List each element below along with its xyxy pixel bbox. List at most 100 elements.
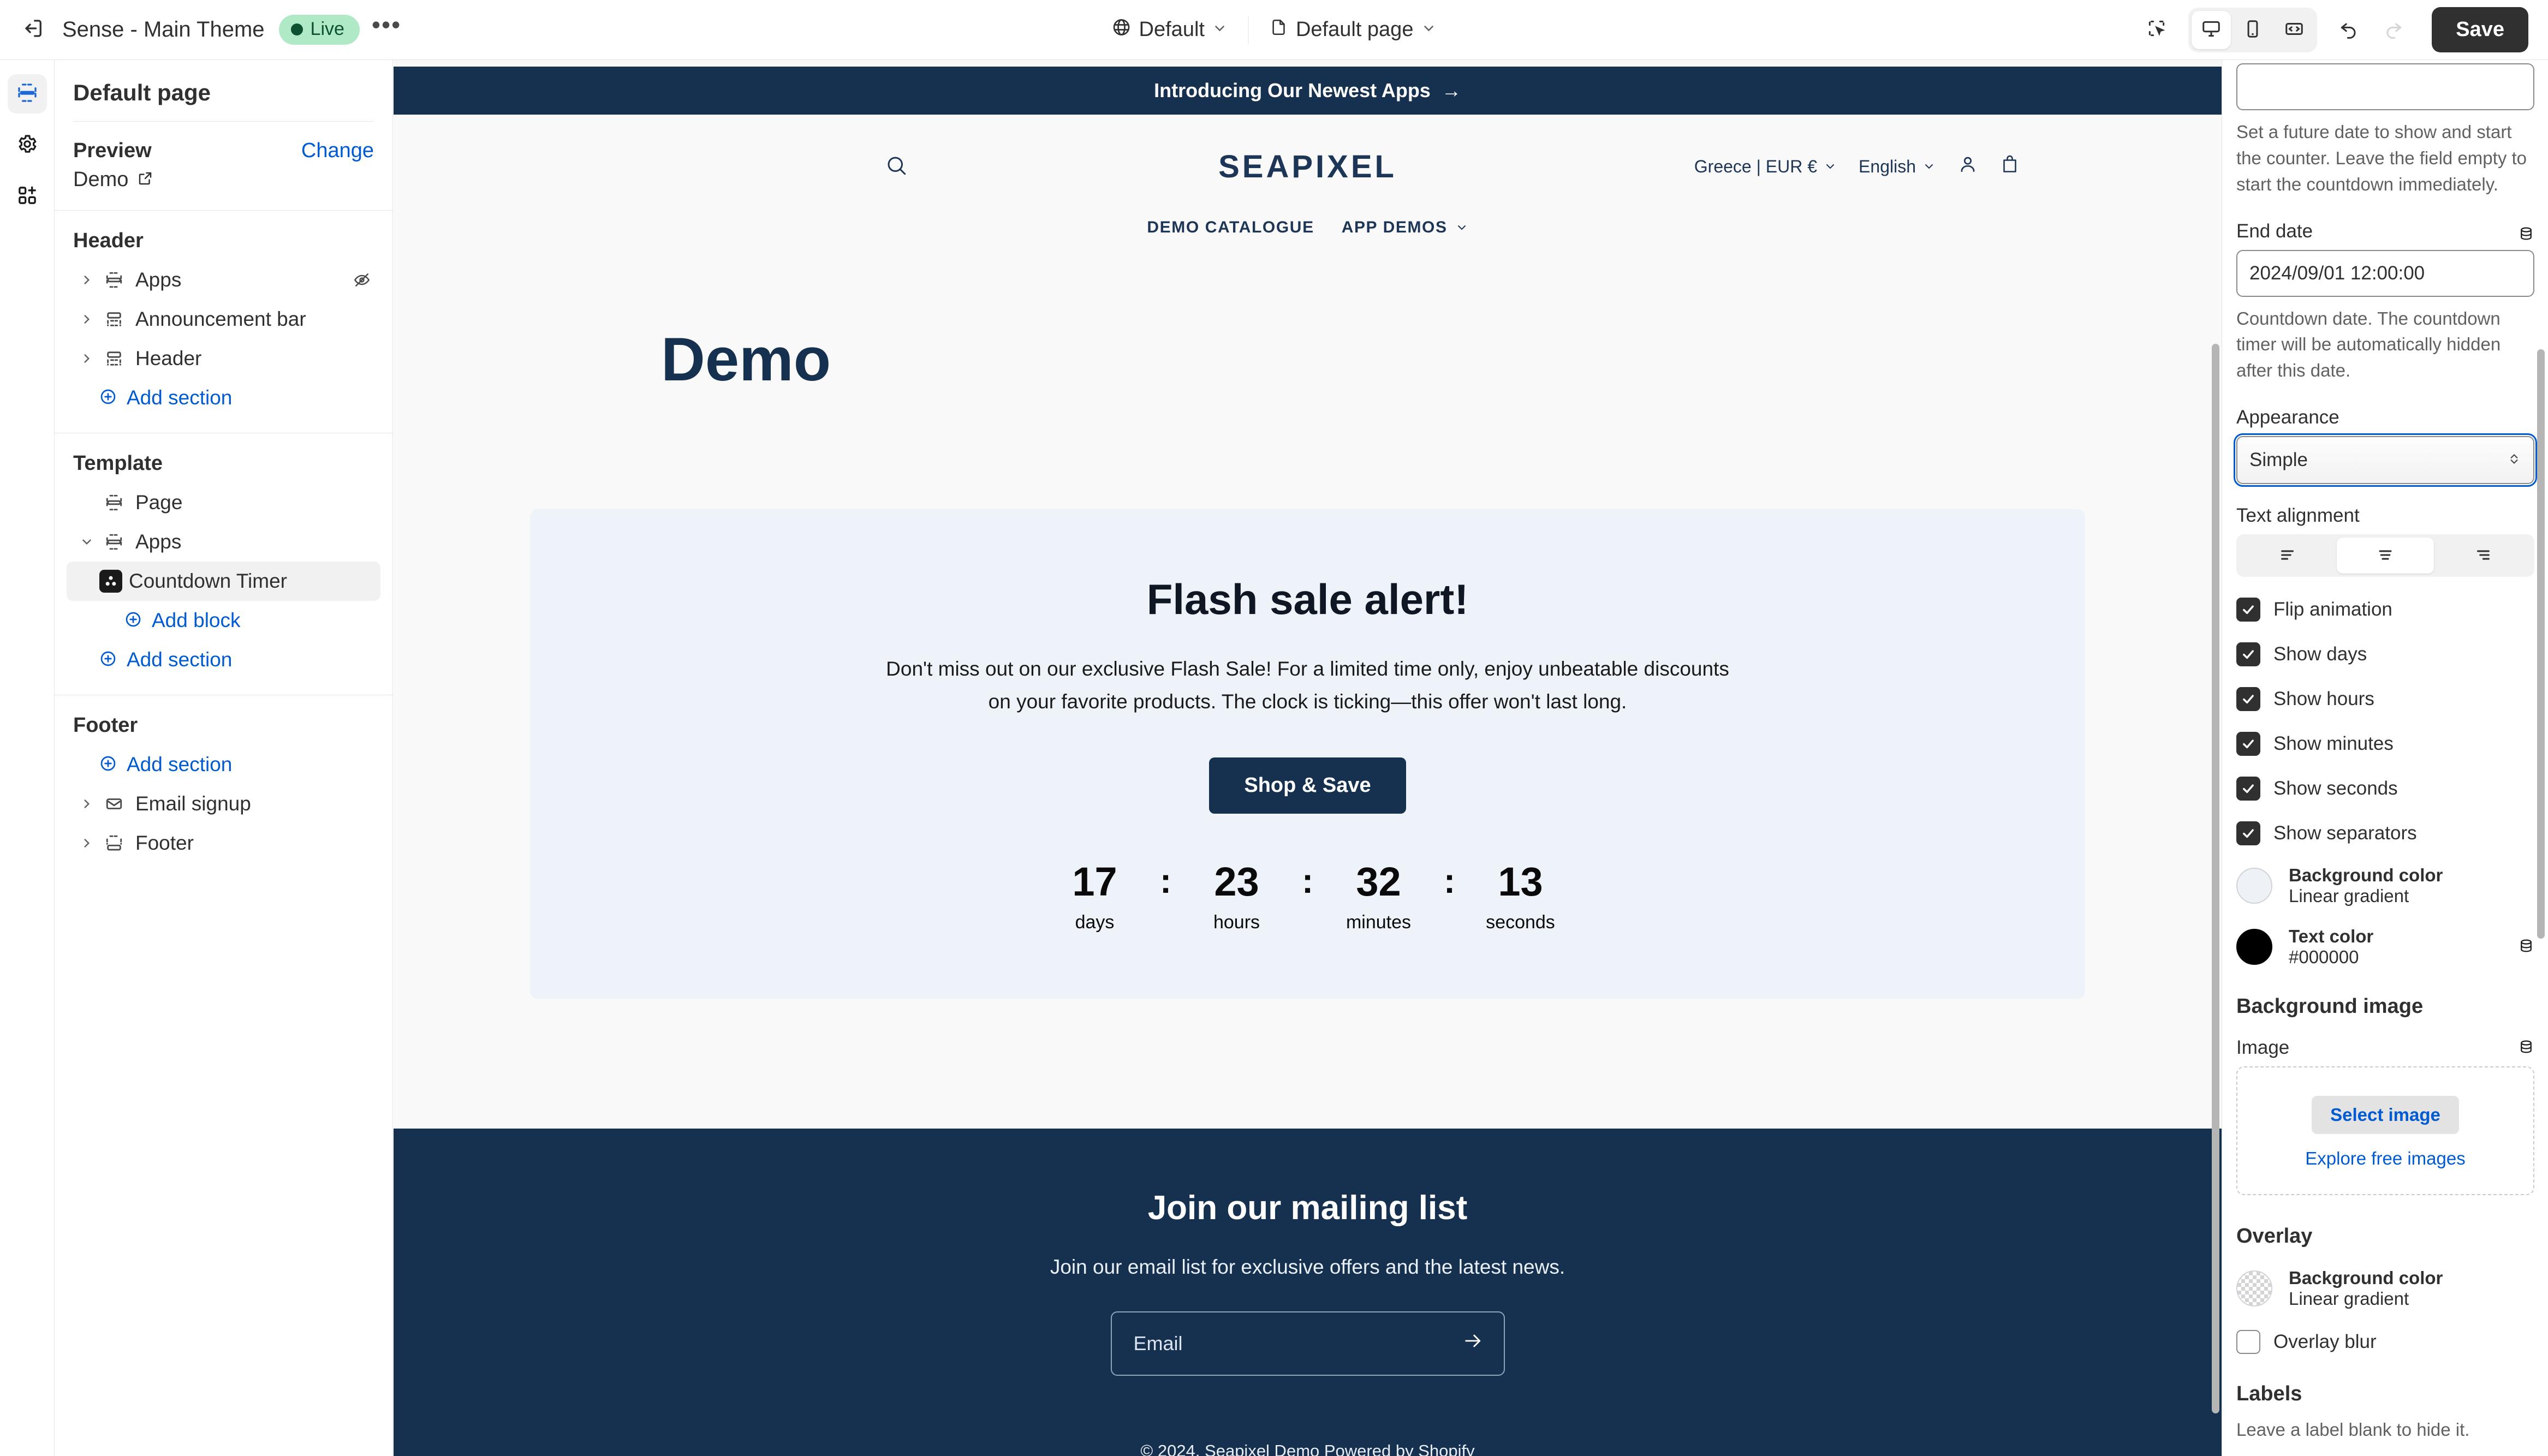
section-icon [99, 533, 129, 551]
checkbox-show-minutes[interactable]: Show minutes [2236, 732, 2534, 756]
end-date-label: End date [2236, 220, 2313, 242]
save-button[interactable]: Save [2432, 7, 2528, 52]
tree-item-header-apps[interactable]: Apps [67, 260, 380, 300]
language-selector[interactable]: English [1859, 157, 1936, 177]
chevron-right-icon[interactable] [74, 797, 99, 811]
arrow-right-icon[interactable] [1462, 1330, 1484, 1357]
image-label: Image [2236, 1037, 2290, 1059]
overlay-heading: Overlay [2236, 1225, 2313, 1248]
add-section-label: Add section [127, 753, 233, 775]
store-logo[interactable]: SEAPIXEL [1218, 148, 1397, 185]
color-swatch[interactable] [2236, 1270, 2272, 1307]
preview-scrollbar[interactable] [2212, 344, 2219, 1413]
add-section-template-button[interactable]: Add section [67, 640, 380, 679]
redo-button[interactable] [2373, 9, 2414, 51]
chevron-down-icon[interactable] [74, 535, 99, 549]
country-currency-selector[interactable]: Greece | EUR € [1694, 157, 1837, 177]
toolbar-divider [1248, 15, 1249, 44]
checkbox-overlay-blur[interactable]: Overlay blur [2236, 1330, 2534, 1354]
explore-free-images-link[interactable]: Explore free images [2237, 1148, 2533, 1169]
desktop-preview-button[interactable] [2192, 10, 2231, 49]
countdown-label: hours [1213, 911, 1260, 933]
exit-editor-button[interactable] [13, 9, 55, 51]
undo-button[interactable] [2328, 9, 2370, 51]
rail-settings-button[interactable] [8, 126, 47, 165]
add-section-header-button[interactable]: Add section [67, 378, 380, 417]
add-block-button[interactable]: Add block [67, 601, 380, 640]
chevron-right-icon[interactable] [74, 312, 99, 326]
rail-sections-button[interactable] [7, 74, 47, 114]
background-color-row[interactable]: Background color Linear gradient [2236, 865, 2534, 906]
database-icon[interactable] [2518, 938, 2534, 957]
preview-row: Preview Change [55, 122, 392, 163]
countdown-timer-block[interactable]: Flash sale alert! Don't miss out on our … [530, 509, 2085, 999]
locale-selector[interactable]: Default [1101, 11, 1239, 49]
inspector-toggle-button[interactable] [2136, 9, 2177, 51]
cart-icon[interactable] [2000, 154, 2020, 178]
database-icon[interactable] [2518, 225, 2534, 244]
countdown-value: 17 [1072, 858, 1117, 904]
image-dropzone[interactable]: Select image Explore free images [2236, 1066, 2534, 1196]
settings-scrollbar[interactable] [2537, 349, 2545, 939]
color-swatch[interactable] [2236, 929, 2272, 965]
nav-item-demo-catalogue[interactable]: DEMO CATALOGUE [1147, 218, 1314, 237]
checkbox-show-days[interactable]: Show days [2236, 642, 2534, 667]
fullwidth-preview-button[interactable] [2275, 11, 2314, 49]
account-icon[interactable] [1957, 154, 1978, 179]
text-color-row[interactable]: Text color #000000 [2236, 926, 2534, 968]
overlay-background-color-row[interactable]: Background color Linear gradient [2236, 1268, 2534, 1309]
align-right-button[interactable] [2434, 538, 2531, 574]
tree-item-footer[interactable]: Footer [67, 824, 380, 863]
chevron-right-icon[interactable] [74, 273, 99, 287]
store-page-heading: Demo [661, 325, 831, 393]
search-icon[interactable] [885, 154, 908, 180]
preview-value: Demo [73, 168, 129, 191]
theme-more-actions-button[interactable]: ••• [372, 12, 401, 39]
align-left-button[interactable] [2240, 538, 2337, 574]
tree-item-email-signup[interactable]: Email signup [67, 784, 380, 824]
chevron-down-icon [1457, 225, 1466, 230]
checkbox-box [2236, 642, 2260, 667]
tree-item-template-apps[interactable]: Apps [67, 522, 380, 562]
tree-item-label: Footer [135, 832, 194, 854]
app-badge-icon [99, 570, 122, 593]
align-center-button[interactable] [2337, 538, 2434, 574]
tree-item-countdown-timer[interactable]: Countdown Timer [67, 562, 380, 601]
countdown-separator: : [1159, 861, 1172, 900]
change-preview-link[interactable]: Change [301, 139, 374, 163]
align-center-icon [2376, 546, 2395, 566]
chevron-down-icon [1925, 164, 1933, 169]
tree-item-header[interactable]: Header [67, 339, 380, 378]
appearance-select[interactable]: Simple [2234, 433, 2537, 487]
page-selector[interactable]: Default page [1259, 11, 1448, 49]
tree-item-label: Page [135, 491, 183, 514]
end-date-input[interactable] [2236, 249, 2534, 297]
checkbox-show-separators[interactable]: Show separators [2236, 821, 2534, 846]
start-date-input[interactable] [2236, 63, 2534, 110]
block-settings-panel: Start date Set a future date to show and… [2222, 60, 2548, 1456]
checkbox-flip-animation[interactable]: Flip animation [2236, 598, 2534, 622]
tree-item-page[interactable]: Page [67, 483, 380, 522]
add-section-footer-button[interactable]: Add section [67, 745, 380, 784]
chevron-right-icon[interactable] [74, 836, 99, 850]
redo-icon [2383, 18, 2404, 41]
sections-icon [16, 82, 38, 106]
shop-and-save-button[interactable]: Shop & Save [1209, 757, 1406, 814]
chevron-down-icon [1421, 18, 1436, 41]
database-icon[interactable] [2518, 1039, 2534, 1058]
select-image-button[interactable]: Select image [2312, 1096, 2459, 1135]
chevron-right-icon[interactable] [74, 351, 99, 366]
mobile-preview-button[interactable] [2233, 11, 2272, 49]
rail-apps-button[interactable] [8, 177, 47, 216]
color-swatch[interactable] [2236, 868, 2272, 904]
preview-value-row[interactable]: Demo [55, 163, 392, 210]
nav-item-app-demos[interactable]: APP DEMOS [1342, 218, 1468, 237]
checkbox-show-seconds[interactable]: Show seconds [2236, 777, 2534, 801]
announcement-bar[interactable]: Introducing Our Newest Apps → [394, 67, 2222, 115]
email-input[interactable] [1133, 1332, 1482, 1355]
hidden-eye-icon[interactable] [353, 271, 371, 289]
group-label-header: Header [73, 229, 144, 252]
tree-item-announcement-bar[interactable]: Announcement bar [67, 300, 380, 339]
countdown-label: minutes [1346, 911, 1412, 933]
checkbox-show-hours[interactable]: Show hours [2236, 687, 2534, 712]
